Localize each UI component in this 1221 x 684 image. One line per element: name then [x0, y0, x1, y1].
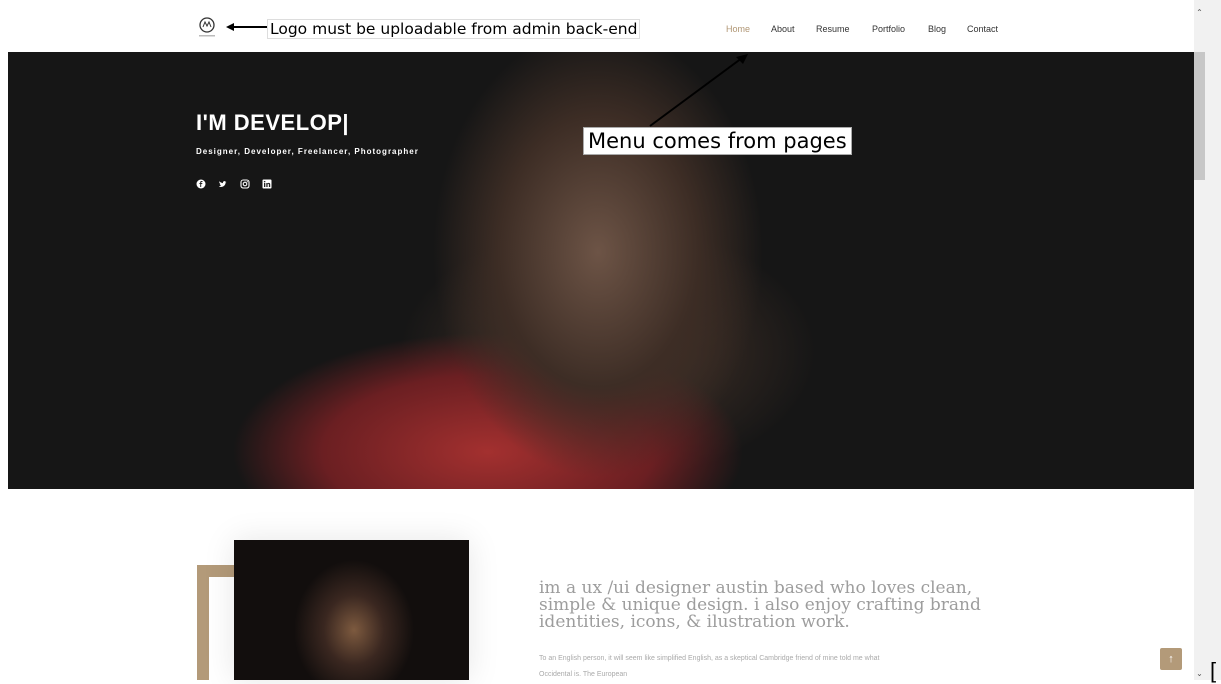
back-to-top-button[interactable]: ↑ [1160, 648, 1182, 670]
about-photo [234, 540, 469, 680]
hero-title: I'M DEVELOP| [196, 110, 350, 135]
social-links [196, 179, 272, 189]
scroll-up-icon[interactable]: ⌃ [1194, 8, 1205, 18]
scrollbar-thumb[interactable] [1194, 52, 1205, 180]
nav-portfolio[interactable]: Portfolio [872, 24, 905, 34]
scroll-down-icon[interactable]: ⌄ [1194, 669, 1205, 679]
instagram-icon[interactable] [240, 179, 250, 189]
logo-annotation: Logo must be uploadable from admin back-… [267, 19, 641, 39]
nav-home[interactable]: Home [726, 24, 750, 34]
nav-contact[interactable]: Contact [967, 24, 998, 34]
linkedin-icon[interactable] [262, 179, 272, 189]
twitter-icon[interactable] [218, 179, 228, 189]
menu-annotation: Menu comes from pages [583, 127, 852, 155]
hero-banner: I'M DEVELOP| Designer, Developer, Freela… [8, 52, 1194, 489]
hero-subtitle: Designer, Developer, Freelancer, Photogr… [196, 147, 419, 156]
nav-about[interactable]: About [771, 24, 795, 34]
nav-resume[interactable]: Resume [816, 24, 850, 34]
arrow-up-right-icon [649, 54, 748, 127]
about-body: To an English person, it will seem like … [539, 655, 880, 678]
facebook-icon[interactable] [196, 179, 206, 189]
about-heading: im a ux /ui designer austin based who lo… [539, 578, 981, 632]
bracket-glyph: [ [1210, 658, 1217, 683]
nav-blog[interactable]: Blog [928, 24, 946, 34]
